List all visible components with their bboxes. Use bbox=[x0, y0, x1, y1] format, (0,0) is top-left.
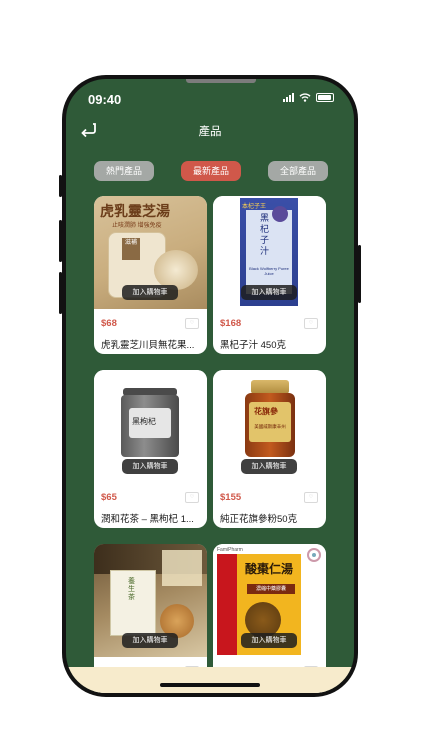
status-bar: 09:40 bbox=[66, 79, 354, 115]
product-image-subtitle: Black Wolfberry Puree Juice bbox=[249, 266, 289, 276]
wishlist-icon[interactable]: ♡ bbox=[304, 492, 318, 503]
product-price: $155 bbox=[220, 492, 242, 503]
product-image-title: 花旗參 bbox=[254, 406, 278, 416]
phone-volume-up bbox=[59, 220, 62, 262]
product-image-tag: 滋補 bbox=[122, 238, 140, 260]
product-name: 虎乳靈芝川貝無花果... bbox=[101, 340, 195, 351]
product-price: $68 bbox=[101, 318, 117, 329]
app-screen: 09:40 產品 熱門產品 最新產品 全部產品 虎乳靈芝湯 止咳潤肺 增強免疫 … bbox=[66, 79, 354, 693]
home-indicator[interactable] bbox=[160, 683, 260, 687]
phone-power-button bbox=[358, 245, 361, 303]
product-image-title: 酸棗仁湯 bbox=[245, 562, 294, 576]
product-image-subtitle: 美國威斯康辛州 bbox=[254, 424, 286, 429]
product-price: $168 bbox=[220, 318, 242, 329]
product-image-title: 虎乳靈芝湯 bbox=[100, 204, 170, 220]
product-name: 純正花旗參粉50克 bbox=[220, 514, 298, 525]
product-image-title: 養生茶 bbox=[128, 578, 135, 601]
herb-pile bbox=[154, 250, 198, 290]
bottom-bar bbox=[66, 667, 354, 693]
tab-all-products[interactable]: 全部產品 bbox=[268, 161, 328, 181]
wishlist-icon[interactable]: ♡ bbox=[185, 492, 199, 503]
product-image-subtitle: 濃縮中藥膠囊 bbox=[247, 584, 295, 594]
page-title: 產品 bbox=[198, 126, 222, 138]
add-to-cart-button[interactable]: 加入購物車 bbox=[122, 459, 178, 474]
product-card[interactable]: 虎乳靈芝湯 止咳潤肺 增強免疫 滋補 加入購物車 $68 ♡ 虎乳靈芝川貝無花果… bbox=[94, 196, 207, 354]
product-image-brand: FamiPharm bbox=[217, 547, 243, 553]
product-name: 潤和花茶 – 黑枸杞 1... bbox=[101, 514, 194, 525]
battery-icon bbox=[316, 93, 334, 102]
product-price: $65 bbox=[101, 492, 117, 503]
status-icons bbox=[283, 93, 334, 102]
nav-bar: 產品 bbox=[66, 115, 354, 145]
status-time: 09:40 bbox=[88, 92, 122, 107]
phone-side-button bbox=[59, 175, 62, 197]
add-to-cart-button[interactable]: 加入購物車 bbox=[122, 285, 178, 300]
product-image-title: 黑枸杞 bbox=[132, 417, 156, 426]
add-to-cart-button[interactable]: 加入購物車 bbox=[241, 459, 297, 474]
wishlist-icon[interactable]: ♡ bbox=[304, 318, 318, 329]
product-card[interactable]: 花旗參 美國威斯康辛州 加入購物車 $155 ♡ 純正花旗參粉50克 bbox=[213, 370, 326, 528]
product-name: 黑杞子汁 450克 bbox=[220, 340, 286, 351]
product-image-brand: 本杞子王 bbox=[242, 204, 267, 210]
tab-hot-products[interactable]: 熱門產品 bbox=[94, 161, 154, 181]
product-card[interactable]: 黑枸杞 加入購物車 $65 ♡ 潤和花茶 – 黑枸杞 1... bbox=[94, 370, 207, 528]
product-card[interactable]: 本杞子王 黑杞子汁 Black Wolfberry Puree Juice 加入… bbox=[213, 196, 326, 354]
product-image-subtitle: 止咳潤肺 增強免疫 bbox=[112, 223, 162, 229]
add-to-cart-button[interactable]: 加入購物車 bbox=[241, 633, 297, 648]
add-to-cart-button[interactable]: 加入購物車 bbox=[241, 285, 297, 300]
add-to-cart-button[interactable]: 加入購物車 bbox=[122, 633, 178, 648]
category-tabs: 熱門產品 最新產品 全部產品 bbox=[94, 161, 328, 181]
signal-icon bbox=[283, 93, 294, 102]
bottle-cap bbox=[251, 380, 289, 394]
wishlist-icon[interactable]: ♡ bbox=[185, 318, 199, 329]
wifi-icon bbox=[299, 93, 311, 102]
phone-volume-down bbox=[59, 272, 62, 314]
brand-logo-icon bbox=[305, 548, 323, 564]
product-image-title: 黑杞子汁 bbox=[260, 214, 270, 257]
tab-new-products[interactable]: 最新產品 bbox=[181, 161, 241, 181]
